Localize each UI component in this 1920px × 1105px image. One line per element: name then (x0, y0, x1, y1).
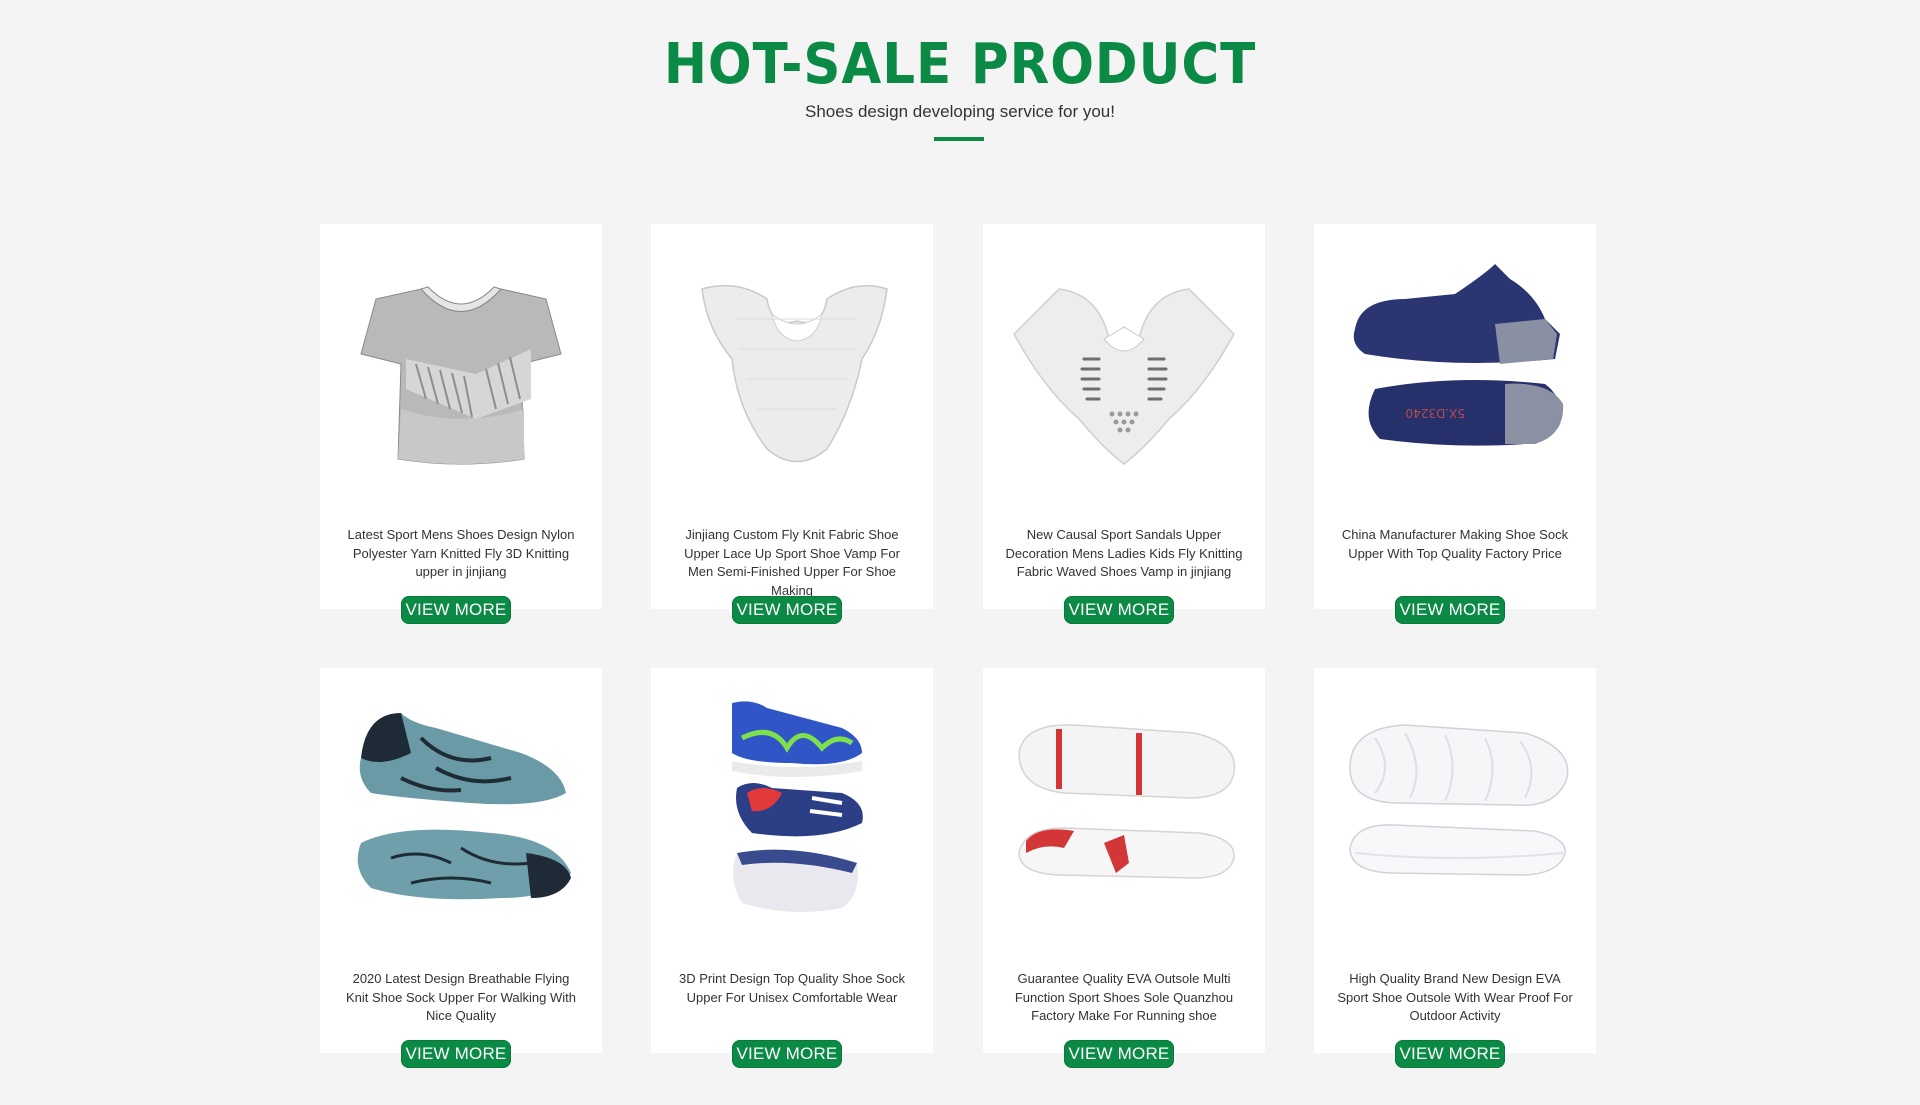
view-more-button[interactable]: VIEW MORE (1395, 1040, 1505, 1068)
view-more-button[interactable]: VIEW MORE (1064, 596, 1174, 624)
view-more-button[interactable]: VIEW MORE (732, 596, 842, 624)
product-grid: Latest Sport Mens Shoes Design Nylon Pol… (0, 0, 1920, 1105)
product-image[interactable] (1334, 698, 1576, 928)
product-card[interactable]: Jinjiang Custom Fly Knit Fabric Shoe Upp… (651, 224, 933, 624)
blue-knit-sock-shoe-image (357, 713, 571, 900)
product-card[interactable]: Latest Sport Mens Shoes Design Nylon Pol… (320, 224, 602, 624)
view-more-button[interactable]: VIEW MORE (401, 1040, 511, 1068)
product-description[interactable]: 2020 Latest Design Breathable Flying Kni… (342, 970, 580, 1026)
svg-text:5X.D3240: 5X.D3240 (1406, 406, 1465, 420)
product-description[interactable]: Guarantee Quality EVA Outsole Multi Func… (1005, 970, 1243, 1026)
white-knit-vamp-image (701, 284, 888, 463)
product-image[interactable] (671, 698, 913, 928)
view-more-button[interactable]: VIEW MORE (1395, 596, 1505, 624)
product-description[interactable]: Jinjiang Custom Fly Knit Fabric Shoe Upp… (673, 526, 911, 600)
product-card[interactable]: High Quality Brand New Design EVA Sport … (1314, 668, 1596, 1068)
product-description[interactable]: High Quality Brand New Design EVA Sport … (1336, 970, 1574, 1026)
product-image[interactable] (340, 698, 582, 928)
product-description[interactable]: 3D Print Design Top Quality Shoe Sock Up… (673, 970, 911, 1007)
product-description[interactable]: New Causal Sport Sandals Upper Decoratio… (1005, 526, 1243, 582)
red-white-eva-outsole-image (1018, 724, 1236, 879)
product-description[interactable]: Latest Sport Mens Shoes Design Nylon Pol… (342, 526, 580, 582)
product-card[interactable]: Guarantee Quality EVA Outsole Multi Func… (983, 668, 1265, 1068)
view-more-button[interactable]: VIEW MORE (1064, 1040, 1174, 1068)
product-card[interactable]: 2020 Latest Design Breathable Flying Kni… (320, 668, 602, 1068)
white-wave-vamp-image (1013, 288, 1235, 465)
white-eva-outsole-image (1349, 724, 1569, 876)
gray-knit-top-upper-image (360, 286, 562, 465)
product-description[interactable]: China Manufacturer Making Shoe Sock Uppe… (1336, 526, 1574, 563)
view-more-button[interactable]: VIEW MORE (732, 1040, 842, 1068)
kids-sneakers-stack-image (732, 701, 863, 912)
product-image[interactable]: 5X.D3240 (1334, 254, 1576, 484)
product-image[interactable] (1003, 698, 1245, 928)
product-card[interactable]: New Causal Sport Sandals Upper Decoratio… (983, 224, 1265, 624)
product-image[interactable] (1003, 254, 1245, 484)
product-image[interactable] (671, 254, 913, 484)
product-image[interactable] (340, 254, 582, 484)
navy-sock-upper-image: 5X.D3240 (1353, 264, 1564, 446)
view-more-button[interactable]: VIEW MORE (401, 596, 511, 624)
product-card[interactable]: 3D Print Design Top Quality Shoe Sock Up… (651, 668, 933, 1068)
product-card[interactable]: 5X.D3240 China Manufacturer Making Shoe … (1314, 224, 1596, 624)
